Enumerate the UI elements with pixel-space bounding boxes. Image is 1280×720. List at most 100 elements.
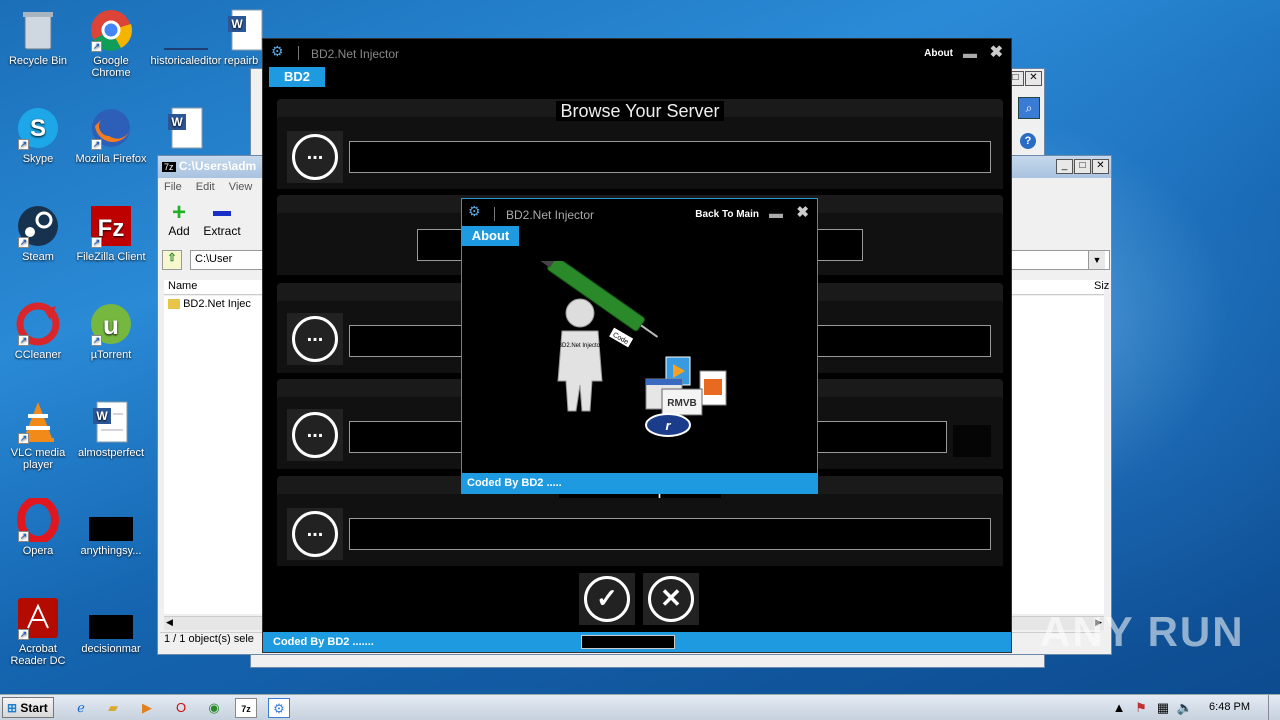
recycle-bin-icon (16, 8, 60, 52)
path-dropdown[interactable]: ▼ (1088, 251, 1105, 269)
sevenzip-app-icon: 7z (162, 162, 176, 172)
desktop-icon-anythingsy[interactable]: anythingsy... (73, 498, 149, 557)
desktop-icon-chrome[interactable]: ↗ Google Chrome (73, 8, 149, 79)
checkmark-icon: ✓ (584, 576, 630, 622)
column-size[interactable]: Siz (1094, 280, 1109, 292)
extract-button[interactable]: Extract (202, 202, 242, 238)
desktop-icon-acrobat[interactable]: ↗ Acrobat Reader DC (0, 596, 76, 667)
browse-button-3[interactable]: ... (287, 313, 343, 365)
group-title: Browse Your Server (277, 101, 1003, 122)
desktop-icon-decisionmar[interactable]: decisionmar (73, 596, 149, 655)
word-document-icon: W (164, 106, 208, 150)
word-document-icon: W (89, 400, 133, 444)
chrome-icon: ↗ (89, 8, 133, 52)
opera-icon: ↗ (16, 498, 60, 542)
chrome-taskbar-icon[interactable]: ◉ (203, 698, 225, 718)
desktop-icon-utorrent[interactable]: u ↗ µTorrent (73, 302, 149, 361)
desktop-icon-opera[interactable]: ↗ Opera (0, 498, 76, 557)
desktop-icon-recycle-bin[interactable]: Recycle Bin (0, 8, 76, 67)
volume-icon[interactable]: 🔈 (1174, 698, 1196, 718)
ellipsis-icon: ... (292, 412, 338, 458)
menu-file[interactable]: File (164, 181, 182, 193)
window-title: BD2.Net Injector (311, 47, 400, 61)
column-name[interactable]: Name (168, 280, 197, 292)
close-button[interactable]: ✕ (1025, 71, 1042, 86)
desktop-icon-ccleaner[interactable]: ↗ CCleaner (0, 302, 76, 361)
bd2-title-bar[interactable]: ⚙ BD2.Net Injector About ▬ ✖ (263, 39, 1011, 67)
browse-button-4[interactable]: ... (287, 409, 343, 461)
action-center-icon[interactable]: ⚑ (1130, 698, 1152, 718)
bd2-taskbar-icon[interactable]: ⚙ (268, 698, 290, 718)
desktop-icon-word-doc[interactable]: W (148, 106, 224, 153)
ie-taskbar-icon[interactable]: ℯ (70, 698, 92, 718)
desktop-icon-firefox[interactable]: ↗ Mozilla Firefox (73, 106, 149, 165)
desktop-icon-repairb[interactable]: W repairb (224, 8, 264, 67)
explorer-taskbar-icon[interactable]: ▰ (102, 698, 124, 718)
minimize-icon[interactable]: ▬ (963, 45, 977, 61)
close-button[interactable]: ✕ (1092, 159, 1109, 174)
syringe-icon (539, 261, 659, 338)
opera-taskbar-icon[interactable]: O (170, 698, 192, 718)
desktop-icon-filezilla[interactable]: Fz ↗ FileZilla Client (73, 204, 149, 263)
desktop-icon-skype[interactable]: S ↗ Skype (0, 106, 76, 165)
about-title-bar[interactable]: ⚙ BD2.Net Injector Back To Main ▬ ✖ (462, 199, 817, 227)
steam-icon: ↗ (16, 204, 60, 248)
cancel-button[interactable]: ✕ (643, 573, 699, 625)
desktop-icon-vlc[interactable]: ↗ VLC media player (0, 400, 76, 471)
tab-about[interactable]: About (462, 226, 519, 246)
file-thumbnail-icon (89, 498, 133, 542)
add-button[interactable]: + Add (166, 199, 192, 239)
about-link[interactable]: About (924, 48, 953, 59)
ellipsis-icon: ... (292, 316, 338, 362)
maximize-button[interactable]: □ (1074, 159, 1091, 174)
firefox-icon: ↗ (89, 106, 133, 150)
desktop-icon-historicaleditor[interactable]: historicaleditor (148, 8, 224, 67)
back-to-main-link[interactable]: Back To Main (695, 209, 759, 220)
close-icon[interactable]: ✖ (990, 42, 1003, 62)
browse-output-button[interactable]: ... (287, 508, 343, 560)
svg-text:u: u (103, 310, 119, 340)
svg-text:W: W (96, 409, 108, 423)
media-player-taskbar-icon[interactable]: ▶ (136, 698, 158, 718)
browse-server-button[interactable]: ... (287, 131, 343, 183)
network-icon[interactable]: ▦ (1152, 698, 1174, 718)
bd2-logo-icon: ⚙ (271, 43, 284, 59)
minimize-icon[interactable]: ▬ (769, 205, 783, 221)
svg-text:S: S (30, 115, 46, 142)
close-icon[interactable]: ✖ (796, 203, 809, 221)
browse-server-group: Browse Your Server ... (277, 99, 1003, 189)
tab-bd2[interactable]: BD2 (269, 67, 325, 87)
search-icon[interactable]: ⌕ (1018, 97, 1040, 119)
plus-icon: + (171, 199, 186, 226)
ellipsis-icon: ... (292, 511, 338, 557)
clock[interactable]: 6:48 PM (1209, 701, 1250, 713)
up-folder-button[interactable]: ⇧ (162, 250, 182, 270)
about-window-title: BD2.Net Injector (506, 208, 595, 222)
desktop-icon-almostperfect[interactable]: W almostperfect (73, 400, 149, 459)
filezilla-icon: Fz ↗ (89, 204, 133, 248)
extra-button-4[interactable] (953, 425, 991, 457)
code-label: Code (611, 332, 629, 346)
rmvb-label: RMVB (667, 398, 696, 409)
scroll-left-arrow[interactable]: ◀ (166, 617, 173, 628)
start-button[interactable]: ⊞ Start (2, 697, 54, 718)
help-icon[interactable]: ? (1020, 133, 1036, 149)
minimize-button[interactable]: _ (1056, 159, 1073, 174)
svg-text:W: W (171, 115, 183, 129)
menu-view[interactable]: View (229, 181, 253, 193)
menu-edit[interactable]: Edit (196, 181, 215, 193)
show-desktop-button[interactable] (1268, 695, 1280, 720)
tray-expand-icon[interactable]: ▲ (1108, 698, 1130, 718)
sevenzip-taskbar-icon[interactable]: 7z (235, 698, 257, 718)
ccleaner-icon: ↗ (16, 302, 60, 346)
output-path-field[interactable] (349, 518, 991, 550)
about-dialog[interactable]: ⚙ BD2.Net Injector Back To Main ▬ ✖ Abou… (461, 198, 818, 494)
word-document-icon: W (224, 8, 264, 52)
figure-head (565, 298, 595, 328)
bd2-footer: Coded By BD2 ....... (263, 632, 1011, 652)
taskbar: ⊞ Start ℯ ▰ ▶ O ◉ 7z ⚙ ▲ ⚑ ▦ 🔈 6:48 PM (0, 694, 1280, 720)
title-separator (298, 46, 299, 60)
desktop-icon-steam[interactable]: ↗ Steam (0, 204, 76, 263)
confirm-button[interactable]: ✓ (579, 573, 635, 625)
server-path-field[interactable] (349, 141, 991, 173)
